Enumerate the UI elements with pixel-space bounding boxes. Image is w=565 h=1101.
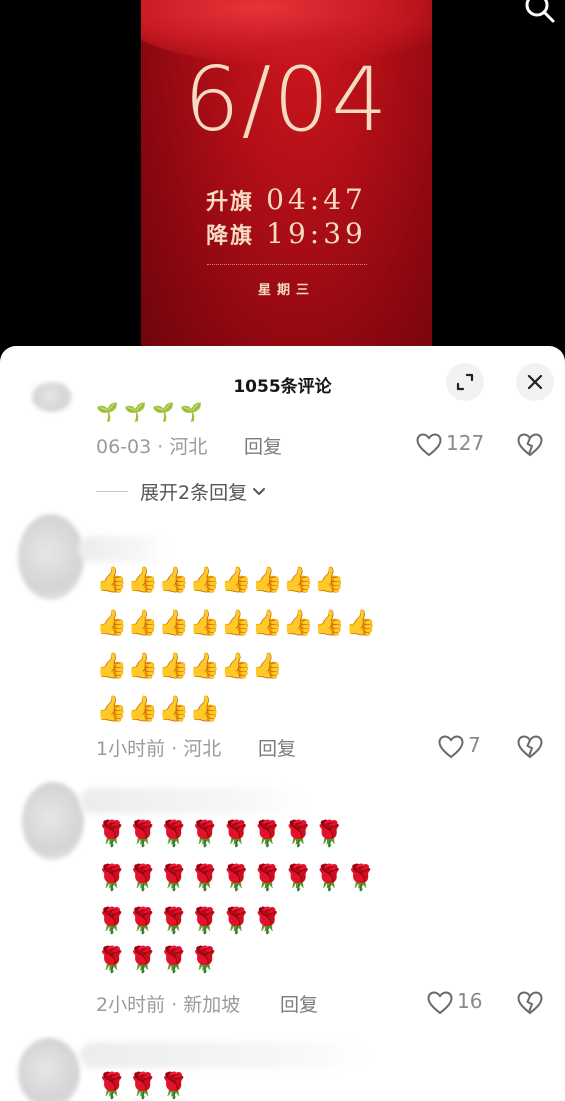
- comment-location: 河北: [183, 738, 222, 760]
- comment-time: 2小时前: [96, 994, 166, 1016]
- comment-location: 河北: [169, 436, 208, 458]
- expand-button[interactable]: [446, 363, 484, 401]
- comment-emoji-row: 👍👍👍👍: [96, 694, 221, 723]
- username-blurred[interactable]: [78, 536, 168, 562]
- comment-emoji-row: 👍👍👍👍👍👍👍👍👍: [96, 608, 377, 637]
- like-count: 16: [457, 989, 483, 1013]
- reply-button[interactable]: 回复: [244, 432, 282, 459]
- reply-button[interactable]: 回复: [280, 990, 318, 1017]
- close-button[interactable]: [516, 363, 554, 401]
- expand-replies-label: 展开2条回复: [140, 482, 248, 504]
- comment-emoji-row: 👍👍👍👍👍👍: [96, 651, 283, 680]
- comment-item: 🌹🌹🌹: [0, 1034, 565, 1101]
- raise-flag-time: 04:47: [266, 183, 367, 216]
- comment-emoji-row: 🌹🌹🌹: [96, 1071, 190, 1100]
- comment-emoji-row: 🌹🌹🌹🌹🌹🌹🌹🌹🌹: [96, 863, 377, 892]
- comment-meta: 2小时前 · 新加坡: [96, 994, 241, 1016]
- comment-item: 🌱 🌱 🌱 🌱 06-03 · 河北 回复 127: [0, 382, 565, 512]
- username-blurred[interactable]: [80, 1042, 370, 1068]
- comment-emoji-row: 🌹🌹🌹🌹🌹🌹🌹🌹: [96, 819, 346, 848]
- lower-flag-label: 降旗: [206, 223, 255, 249]
- comment-time: 06-03: [96, 436, 152, 458]
- expand-icon: [456, 373, 474, 391]
- comment-emoji-row: 🌹🌹🌹🌹🌹🌹: [96, 906, 283, 935]
- avatar[interactable]: [18, 514, 84, 600]
- comment-meta: 06-03 · 河北: [96, 436, 208, 458]
- raise-flag-label: 升旗: [206, 189, 255, 215]
- screen: 6/04 升旗 04:47 降旗 19:39 星期三 1055条评论 🌱 🌱 🌱…: [0, 0, 565, 1101]
- reply-button[interactable]: 回复: [258, 734, 296, 761]
- heart-icon[interactable]: [416, 433, 442, 457]
- avatar[interactable]: [32, 382, 72, 412]
- flag-ceremony-poster: 6/04 升旗 04:47 降旗 19:39 星期三: [141, 0, 432, 380]
- search-icon[interactable]: [522, 0, 556, 24]
- chevron-down-icon: [253, 487, 266, 495]
- video-player[interactable]: 6/04 升旗 04:47 降旗 19:39 星期三: [0, 0, 565, 380]
- comments-sheet: 1055条评论 🌱 🌱 🌱 🌱 06-03 · 河北 回复 127 展开2条回复…: [0, 346, 565, 1101]
- lower-flag-line: 降旗 19:39: [141, 217, 432, 253]
- broken-heart-icon[interactable]: [517, 991, 543, 1015]
- heart-icon[interactable]: [427, 991, 453, 1015]
- comment-emoji-row: 🌹🌹🌹🌹: [96, 945, 221, 974]
- close-icon: [527, 374, 543, 390]
- like-count: 7: [468, 733, 481, 757]
- avatar[interactable]: [22, 782, 84, 860]
- divider-line: [96, 491, 128, 492]
- comment-item: 👍👍👍👍👍👍👍👍 👍👍👍👍👍👍👍👍👍 👍👍👍👍👍👍 👍👍👍👍 1小时前 · 河北…: [0, 514, 565, 774]
- comment-time: 1小时前: [96, 738, 166, 760]
- comment-item: 🌹🌹🌹🌹🌹🌹🌹🌹 🌹🌹🌹🌹🌹🌹🌹🌹🌹 🌹🌹🌹🌹🌹🌹 🌹🌹🌹🌹 2小时前 · 新加…: [0, 778, 565, 1018]
- comment-meta: 1小时前 · 河北: [96, 738, 222, 760]
- expand-replies-button[interactable]: 展开2条回复: [96, 478, 267, 505]
- lower-flag-time: 19:39: [266, 217, 367, 250]
- raise-flag-line: 升旗 04:47: [141, 183, 432, 219]
- broken-heart-icon[interactable]: [517, 433, 543, 457]
- dotted-divider: [207, 264, 367, 265]
- username-blurred[interactable]: [80, 788, 306, 814]
- poster-date: 6/04: [183, 48, 390, 151]
- poster-weekday: 星期三: [257, 283, 315, 298]
- like-count: 127: [446, 431, 485, 455]
- comment-emoji-row: 🌱 🌱 🌱 🌱: [96, 402, 203, 423]
- avatar[interactable]: [18, 1038, 80, 1101]
- heart-icon[interactable]: [438, 735, 464, 759]
- broken-heart-icon[interactable]: [517, 735, 543, 759]
- comment-emoji-row: 👍👍👍👍👍👍👍👍: [96, 565, 346, 594]
- comment-location: 新加坡: [183, 994, 241, 1016]
